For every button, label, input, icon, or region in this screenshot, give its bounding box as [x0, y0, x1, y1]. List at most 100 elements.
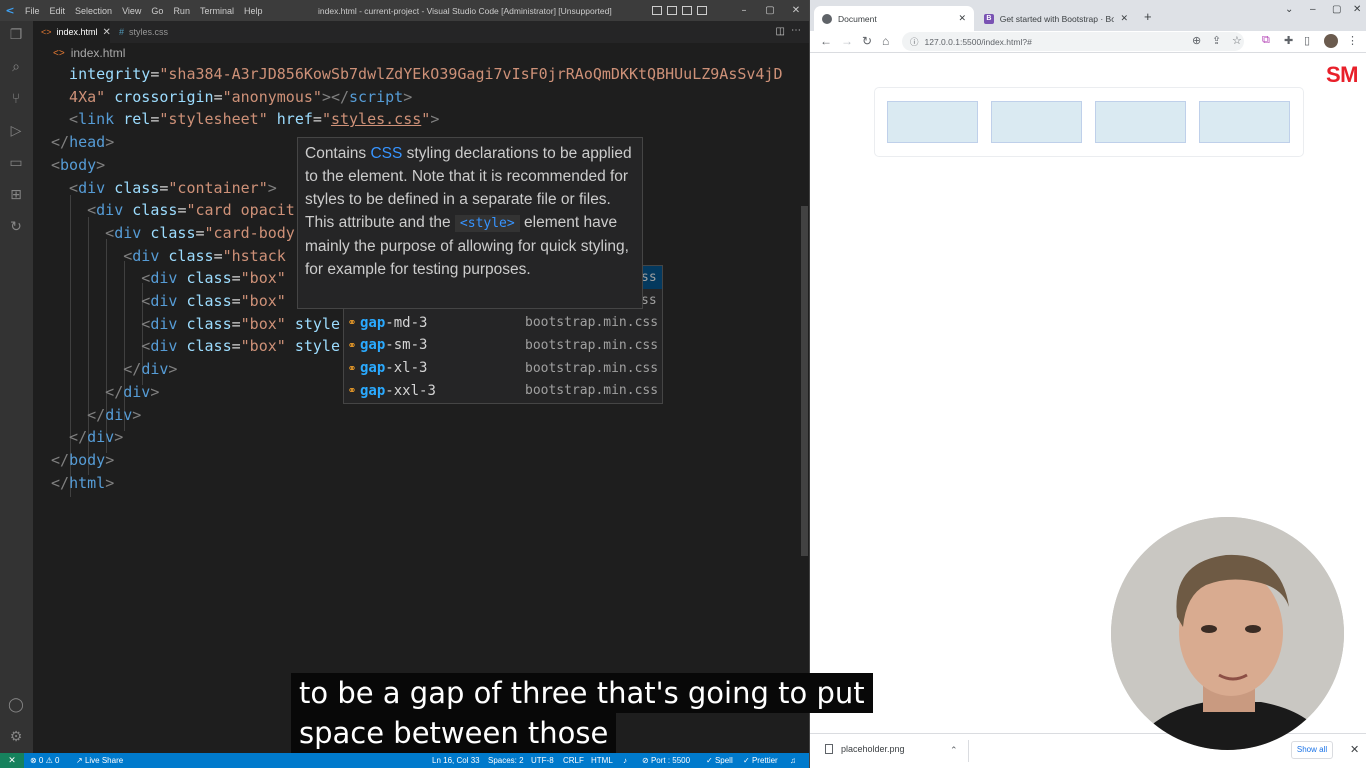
- menu-selection[interactable]: Selection: [70, 6, 117, 16]
- suggestion-item[interactable]: ⚭ gap-xl-3 bootstrap.min.css: [344, 357, 662, 380]
- css-class-icon: ⚭: [347, 361, 357, 375]
- caption-line-1: to be a gap of three that's going to put: [291, 673, 873, 713]
- suggestion-match: gap: [360, 314, 386, 331]
- code-token: <: [51, 269, 151, 288]
- cursor-position[interactable]: Ln 16, Col 33: [432, 753, 480, 768]
- code-token: crossorigin: [114, 87, 214, 106]
- code-line: <link rel="stylesheet" href="styles.css"…: [51, 108, 439, 130]
- breadcrumb[interactable]: <> index.html: [33, 43, 809, 63]
- menu-go[interactable]: Go: [146, 6, 168, 16]
- menu-run[interactable]: Run: [168, 6, 195, 16]
- bookmark-star-icon[interactable]: ☆: [1232, 34, 1242, 47]
- indentation[interactable]: Spaces: 2: [488, 753, 524, 768]
- prettier-status[interactable]: ✓ Prettier: [743, 753, 778, 768]
- profile-avatar[interactable]: [1324, 34, 1338, 48]
- settings-gear-icon[interactable]: ⚙: [8, 729, 24, 745]
- activity-bar: ❐ ⌕ ⑂ ▷ ▭ ⊞ ↻ ◯ ⚙: [0, 21, 33, 753]
- show-all-button[interactable]: Show all: [1291, 741, 1333, 759]
- code-token: >: [267, 178, 277, 197]
- maximize-icon[interactable]: ▢: [1332, 4, 1341, 15]
- browser-tab-bootstrap[interactable]: B Get started with Bootstrap · Boo ✕: [976, 6, 1136, 31]
- scrollbar-thumb[interactable]: [801, 206, 808, 556]
- download-bar: placeholder.png ⌃ Show all ✕: [810, 733, 1366, 768]
- prettier-label: Prettier: [751, 756, 778, 765]
- more-actions-icon[interactable]: ⋯: [791, 25, 801, 36]
- code-line: <div class="hstack: [51, 245, 286, 267]
- search-icon[interactable]: ⌕: [8, 59, 24, 75]
- hover-css-link[interactable]: CSS: [370, 145, 402, 162]
- forward-icon[interactable]: →: [841, 34, 853, 48]
- code-token: </: [51, 360, 142, 379]
- close-tab-icon[interactable]: ✕: [103, 27, 111, 38]
- line-ending[interactable]: CRLF: [563, 753, 584, 768]
- live-share-icon[interactable]: ↻: [8, 219, 24, 235]
- site-info-icon[interactable]: ⓘ: [910, 36, 919, 48]
- zoom-icon[interactable]: ⊕: [1192, 34, 1201, 47]
- live-share-status[interactable]: ↗ Live Share: [76, 753, 123, 768]
- code-token: class: [150, 223, 196, 242]
- minimize-icon[interactable]: –: [731, 5, 757, 16]
- share-icon[interactable]: ⇪: [1212, 34, 1221, 47]
- url-text: 127.0.0.1:5500/index.html?#: [924, 36, 1032, 47]
- code-token: >: [403, 87, 413, 106]
- close-tab-icon[interactable]: ✕: [1120, 13, 1128, 24]
- new-tab-icon[interactable]: +: [1144, 9, 1152, 24]
- notifications-bell-icon[interactable]: ♫: [790, 753, 796, 768]
- minimize-icon[interactable]: –: [1310, 4, 1316, 15]
- extensions-puzzle-icon[interactable]: ✚: [1284, 34, 1293, 47]
- run-debug-icon[interactable]: ▷: [8, 123, 24, 139]
- home-icon[interactable]: ⌂: [882, 34, 889, 48]
- close-download-bar-icon[interactable]: ✕: [1350, 743, 1359, 756]
- toggle-sidebar-icon[interactable]: [652, 6, 662, 15]
- split-editor-icon[interactable]: ◫: [776, 26, 785, 37]
- css-class-icon: ⚭: [347, 338, 357, 352]
- back-icon[interactable]: ←: [820, 34, 832, 48]
- extensions-icon[interactable]: ⊞: [8, 187, 24, 203]
- close-window-icon[interactable]: ✕: [1353, 4, 1361, 15]
- maximize-icon[interactable]: ▢: [757, 5, 783, 16]
- suggestion-item[interactable]: ⚭ gap-sm-3 bootstrap.min.css: [344, 334, 662, 357]
- explorer-icon[interactable]: ❐: [8, 27, 24, 43]
- toggle-secondary-sidebar-icon[interactable]: [682, 6, 692, 15]
- toggle-panel-icon[interactable]: [667, 6, 677, 15]
- extension-icon[interactable]: ⧉: [1262, 34, 1270, 47]
- format-icon: ♪: [623, 756, 627, 765]
- code-token: </: [51, 405, 106, 424]
- menu-kebab-icon[interactable]: ⋮: [1347, 34, 1358, 47]
- spell-status[interactable]: ✓ Spell: [706, 753, 733, 768]
- source-control-icon[interactable]: ⑂: [8, 91, 24, 107]
- status-bar: ✕ ⊗ 0 ⚠ 0 ↗ Live Share Ln 16, Col 33 Spa…: [0, 753, 809, 768]
- remote-explorer-icon[interactable]: ▭: [8, 155, 24, 171]
- customize-layout-icon[interactable]: [697, 6, 707, 15]
- menu-help[interactable]: Help: [239, 6, 268, 16]
- tab-search-icon[interactable]: ⌄: [1285, 4, 1293, 15]
- download-item[interactable]: placeholder.png: [825, 744, 905, 754]
- reload-icon[interactable]: ↻: [862, 34, 872, 48]
- live-server-port[interactable]: ⊘ Port : 5500: [642, 753, 690, 768]
- menu-terminal[interactable]: Terminal: [195, 6, 239, 16]
- suggestion-source: bootstrap.min.css: [525, 337, 659, 353]
- suggestion-item[interactable]: ⚭ gap-xxl-3 bootstrap.min.css: [344, 380, 662, 403]
- tab-styles-css[interactable]: # styles.css: [111, 21, 185, 43]
- chevron-up-icon[interactable]: ⌃: [950, 745, 958, 756]
- encoding[interactable]: UTF-8: [531, 753, 554, 768]
- browser-tab-document[interactable]: Document ✕: [814, 6, 974, 31]
- menu-edit[interactable]: Edit: [45, 6, 71, 16]
- remote-indicator[interactable]: ✕: [0, 753, 24, 768]
- menu-view[interactable]: View: [117, 6, 146, 16]
- problems-count[interactable]: ⊗ 0 ⚠ 0: [30, 753, 59, 768]
- menu-file[interactable]: File: [20, 6, 45, 16]
- suggestion-item[interactable]: ⚭ gap-md-3 bootstrap.min.css: [344, 311, 662, 334]
- code-token: "container": [168, 178, 268, 197]
- language-mode[interactable]: HTML: [591, 753, 613, 768]
- accounts-icon[interactable]: ◯: [8, 697, 24, 713]
- html-file-icon: <>: [53, 47, 65, 59]
- close-window-icon[interactable]: ✕: [783, 5, 809, 16]
- tab-index-html[interactable]: <> index.html ✕: [33, 21, 111, 43]
- close-tab-icon[interactable]: ✕: [958, 13, 966, 24]
- code-line: </div>: [51, 381, 159, 403]
- code-line: </div>: [51, 426, 123, 448]
- code-token: >: [168, 360, 178, 379]
- editor-scrollbar[interactable]: [800, 63, 809, 753]
- side-panel-icon[interactable]: ▯: [1304, 34, 1310, 47]
